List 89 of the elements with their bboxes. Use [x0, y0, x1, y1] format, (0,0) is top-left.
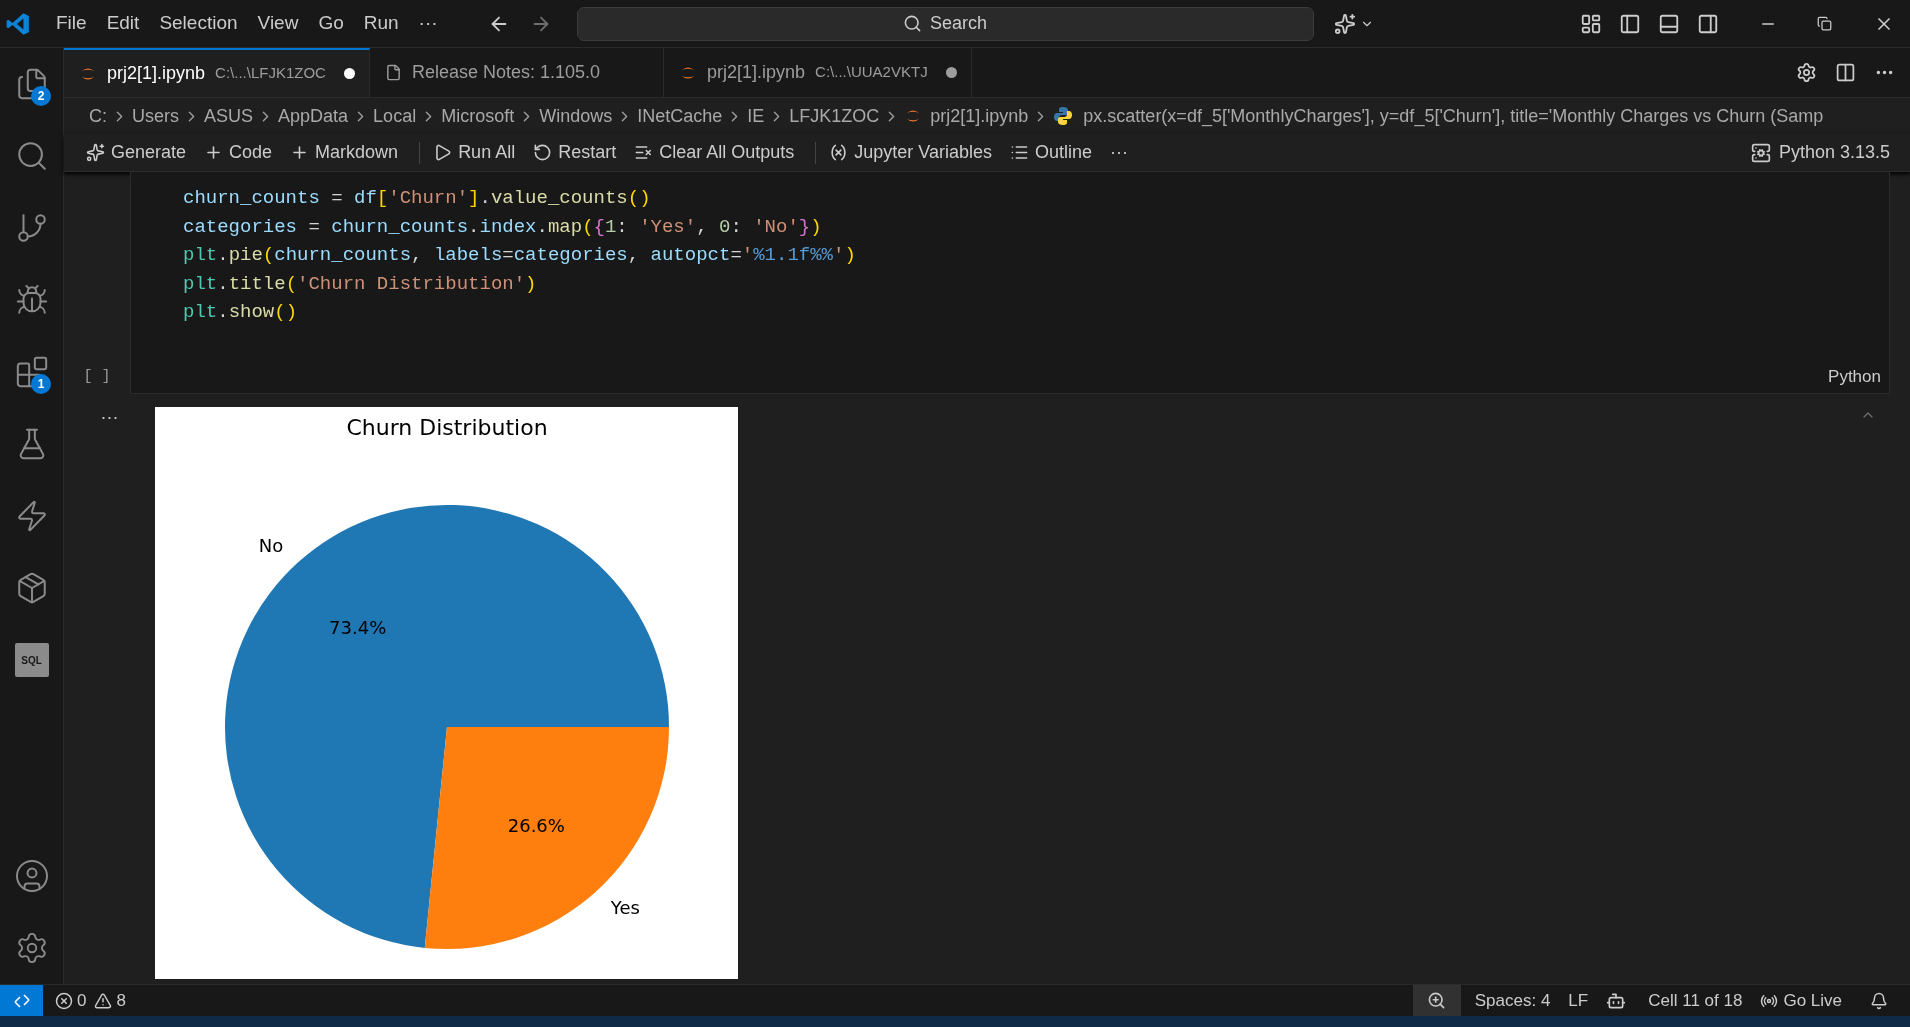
status-item[interactable]: Cell 11 of 18: [1648, 987, 1743, 1014]
menu-item[interactable]: Edit: [96, 9, 150, 38]
remote-icon: [12, 991, 31, 1010]
breadcrumb-item[interactable]: px.scatter(x=df_5['MonthlyCharges'], y=df_5['Churn'], title='Monthly Charges vs Churn (Samp: [1083, 102, 1824, 130]
panel-bottom-icon[interactable]: [1658, 12, 1680, 35]
chart-title: Churn Distribution: [346, 415, 548, 440]
toolbar-button[interactable]: Markdown: [285, 139, 404, 166]
panel-right-icon[interactable]: [1697, 12, 1719, 35]
toolbar-button[interactable]: Restart: [528, 139, 622, 166]
percent-label: 26.6%: [507, 814, 565, 836]
kernel-icon: [1750, 142, 1771, 163]
chat-button[interactable]: [1333, 12, 1374, 35]
search-field[interactable]: Search: [576, 6, 1314, 41]
search-icon: [903, 14, 923, 33]
sql-file-icon[interactable]: SQL: [14, 643, 49, 677]
toolbar-button[interactable]: Run All: [428, 139, 521, 166]
settings-icon[interactable]: [1796, 62, 1817, 83]
sparkle-icon: [86, 143, 105, 162]
breadcrumb-item[interactable]: C:: [89, 102, 107, 130]
menu-item[interactable]: Run: [353, 9, 409, 38]
tab-title: prj2[1].ipynb: [707, 61, 806, 84]
status-item[interactable]: Spaces: 4: [1474, 987, 1551, 1014]
toolbar-button[interactable]: Generate: [81, 139, 192, 166]
code-line: plt.show(): [183, 300, 298, 326]
menu-item[interactable]: Go: [308, 9, 354, 38]
file-icon: [384, 64, 402, 81]
problems-button[interactable]: 0 8: [55, 987, 126, 1014]
list-icon: [1010, 143, 1029, 162]
warning-icon: [94, 991, 113, 1010]
code-line: plt.pie(churn_counts, labels=categories, autopct='%1.1f%%'): [183, 243, 856, 269]
clear-list-icon: [634, 143, 654, 162]
toolbar-button[interactable]: Jupyter Variables: [824, 139, 997, 166]
zoom-indicator[interactable]: [1412, 985, 1461, 1016]
editor-tab[interactable]: prj2[1].ipynb C:\...\UUA2VKTJ: [664, 48, 972, 97]
variables-icon: [829, 143, 849, 162]
tab-path: C:\...\UUA2VKTJ: [815, 62, 928, 83]
toolbar-button[interactable]: ···: [1105, 139, 1134, 166]
sparkle-icon: [1333, 12, 1356, 35]
breadcrumb-item[interactable]: Microsoft: [441, 102, 515, 130]
app-logo-icon[interactable]: [5, 10, 31, 37]
breadcrumb-item[interactable]: IE: [747, 102, 765, 130]
menu-item[interactable]: View: [247, 9, 309, 38]
notification-badge: 1: [31, 374, 51, 394]
search-placeholder: Search: [930, 12, 988, 35]
blocks-icon[interactable]: [14, 355, 49, 389]
slice-label: Yes: [610, 897, 640, 919]
toolbar-button[interactable]: Outline: [1005, 139, 1098, 166]
code-line: plt.title('Churn Distribution'): [183, 271, 537, 297]
output-menu[interactable]: ···: [100, 407, 119, 427]
zoom-icon: [1427, 991, 1447, 1010]
restore-icon[interactable]: [1817, 16, 1832, 31]
breadcrumb-item[interactable]: ASUS: [204, 102, 254, 130]
code-line: categories = churn_counts.index.map({1: 'Yes', 0: 'No'}): [183, 214, 822, 240]
breadcrumb-item[interactable]: Users: [132, 102, 179, 130]
percent-label: 73.4%: [329, 617, 387, 639]
cell-language[interactable]: Python: [1828, 363, 1881, 389]
toolbar-button[interactable]: Code: [199, 139, 278, 166]
code-line: churn_counts = df['Churn'].value_counts(): [183, 186, 651, 211]
menu-item[interactable]: Selection: [149, 9, 248, 38]
breadcrumb-item[interactable]: Local: [373, 102, 417, 130]
split-editor-icon[interactable]: [1835, 62, 1856, 83]
status-item[interactable]: Go Live: [1760, 987, 1842, 1014]
tab-title: Release Notes: 1.105.0: [411, 61, 601, 84]
menu-item[interactable]: ···: [408, 9, 448, 38]
toolbar-button[interactable]: Clear All Outputs: [629, 139, 800, 166]
slice-label: No: [258, 534, 284, 556]
error-icon: [55, 991, 73, 1010]
breadcrumb-item[interactable]: prj2[1].ipynb: [930, 102, 1029, 130]
restart-icon: [533, 143, 553, 162]
breadcrumb-item[interactable]: Windows: [539, 102, 613, 130]
notification-badge: 2: [31, 86, 51, 106]
execution-count: [ ]: [83, 366, 111, 387]
editor-tab[interactable]: Release Notes: 1.105.0: [369, 48, 665, 97]
play-icon: [433, 143, 453, 162]
panel-left-icon[interactable]: [1619, 12, 1641, 35]
tab-title: prj2[1].ipynb: [107, 62, 206, 85]
breadcrumb-item[interactable]: INetCache: [637, 102, 723, 130]
python-icon: [1053, 106, 1074, 126]
editor-tab[interactable]: prj2[1].ipynb C:\...\LFJK1ZOC: [64, 48, 370, 97]
tab-path: C:\...\LFJK1ZOC: [215, 63, 326, 84]
account-icon[interactable]: [13, 858, 50, 894]
menu-item[interactable]: File: [46, 9, 97, 38]
code-cell-editor[interactable]: [130, 172, 1890, 394]
kernel-button[interactable]: Python 3.13.5: [1750, 139, 1890, 166]
layout-icon[interactable]: [1580, 12, 1602, 35]
bell-icon[interactable]: [1870, 991, 1888, 1010]
breadcrumb-item[interactable]: LFJK1ZOC: [789, 102, 880, 130]
breadcrumb-item[interactable]: AppData: [278, 102, 349, 130]
status-item[interactable]: LF: [1568, 987, 1589, 1014]
